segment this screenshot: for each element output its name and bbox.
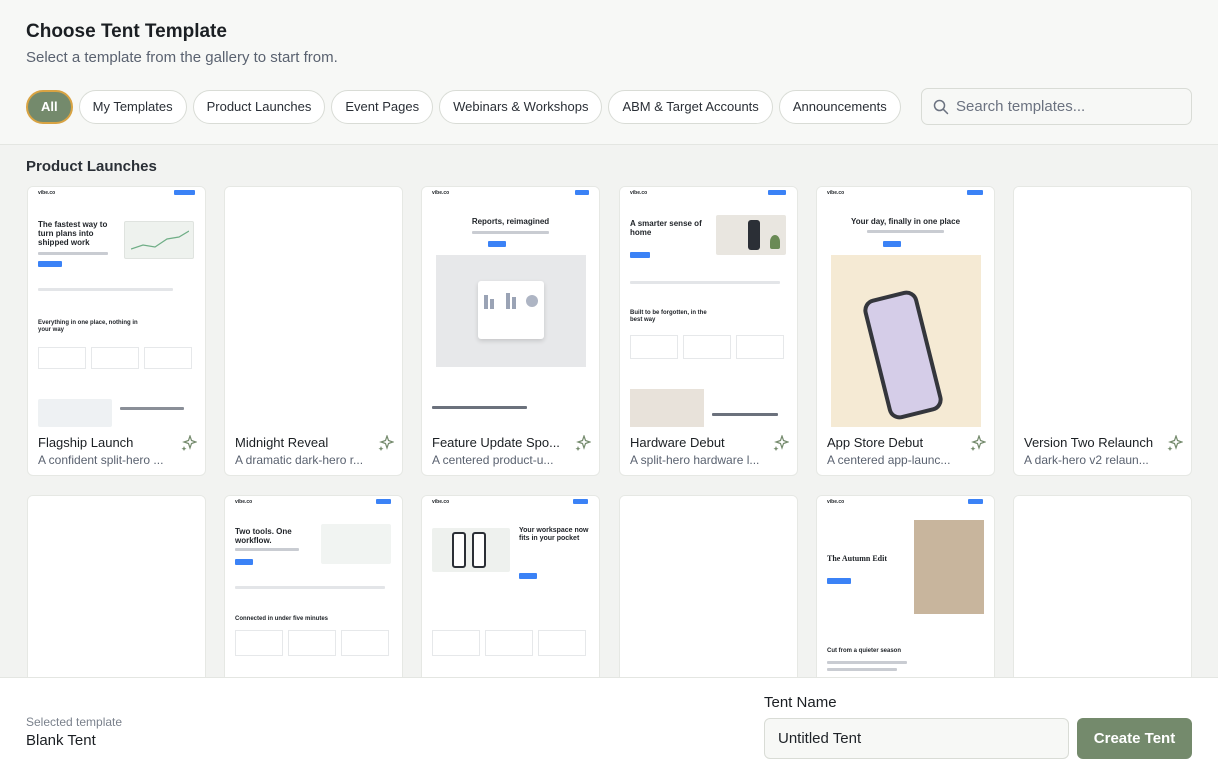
template-thumbnail: vibe.co The Autumn Edit Cut from a quiet… [817, 496, 994, 694]
thumb-brand: vibe.co [827, 190, 845, 196]
template-name: Midnight Reveal [235, 435, 329, 450]
sparkle-icon[interactable] [181, 435, 197, 451]
template-description: A dark-hero v2 relaun... [1024, 453, 1149, 467]
template-card-hardware-debut[interactable]: vibe.co A smarter sense of home Built to… [619, 186, 798, 476]
thumb-nav-button [174, 190, 195, 195]
template-description: A dramatic dark-hero r... [235, 453, 364, 467]
thumb-section-title: Cut from a quieter season [827, 648, 902, 654]
template-thumbnail [225, 187, 402, 427]
sparkle-icon[interactable] [773, 435, 789, 451]
thumb-headline: The Autumn Edit [827, 554, 888, 563]
filter-chip-abm-target-accounts[interactable]: ABM & Target Accounts [608, 90, 773, 124]
template-thumbnail: vibe.co Two tools. One workflow. Connect… [225, 496, 402, 694]
template-description: A centered app-launc... [827, 453, 951, 467]
template-card[interactable]: vibe.co Your workspace now fits in your … [421, 495, 600, 695]
filter-chip-my-templates[interactable]: My Templates [78, 90, 187, 124]
thumb-headline: Reports, reimagined [471, 217, 550, 226]
search-box[interactable] [921, 88, 1192, 125]
filter-chips: All My Templates Product Launches Event Pag… [26, 90, 912, 126]
template-description: A centered product-u... [432, 453, 554, 467]
template-name: App Store Debut [827, 435, 924, 450]
template-thumbnail [620, 496, 797, 694]
template-thumbnail: vibe.co The fastest way to turn plans in… [28, 187, 205, 427]
filter-chip-product-launches[interactable]: Product Launches [192, 90, 326, 124]
template-card[interactable] [1013, 495, 1192, 695]
template-card[interactable]: vibe.co Two tools. One workflow. Connect… [224, 495, 403, 695]
template-description: A split-hero hardware l... [630, 453, 760, 467]
template-card-version-two-relaunch[interactable]: Version Two Relaunch A dark-hero v2 rela… [1013, 186, 1192, 476]
template-card-app-store-debut[interactable]: vibe.co Your day, finally in one place A… [816, 186, 995, 476]
dialog-footer: Selected template Blank Tent Tent Name C… [0, 677, 1218, 772]
thumb-brand: vibe.co [432, 190, 450, 196]
filter-chip-webinars-workshops[interactable]: Webinars & Workshops [439, 90, 603, 124]
thumb-headline: Two tools. One workflow. [235, 527, 292, 545]
dialog-header: Choose Tent Template Select a template f… [0, 0, 1218, 145]
tent-name-input[interactable] [764, 718, 1069, 759]
tent-name-label: Tent Name [764, 694, 837, 711]
create-tent-button[interactable]: Create Tent [1077, 718, 1192, 759]
sparkle-icon[interactable] [1167, 435, 1183, 451]
filter-chip-announcements[interactable]: Announcements [778, 90, 901, 124]
template-card-flagship-launch[interactable]: vibe.co The fastest way to turn plans in… [27, 186, 206, 476]
filter-chip-all[interactable]: All [26, 90, 73, 124]
template-thumbnail [1014, 187, 1191, 427]
dialog-title: Choose Tent Template [26, 21, 227, 42]
template-name: Feature Update Spo... [432, 435, 560, 450]
dialog-subtitle: Select a template from the gallery to st… [26, 49, 338, 66]
template-card-midnight-reveal[interactable]: Midnight Reveal A dramatic dark-hero r..… [224, 186, 403, 476]
template-thumbnail: vibe.co Your workspace now fits in your … [422, 496, 599, 694]
thumb-section-title: Connected in under five minutes [235, 616, 329, 622]
search-icon [933, 99, 949, 115]
template-thumbnail: vibe.co Reports, reimagined [422, 187, 599, 427]
thumb-headline: A smarter sense of home [630, 219, 702, 237]
template-card[interactable]: vibe.co The Autumn Edit Cut from a quiet… [816, 495, 995, 695]
template-name: Version Two Relaunch [1024, 435, 1154, 450]
template-thumbnail: vibe.co Your day, finally in one place [817, 187, 994, 427]
thumb-section-title: Built to be forgotten, in the best way [630, 310, 707, 323]
thumb-brand: vibe.co [827, 499, 845, 505]
selected-template-label: Selected template [26, 715, 123, 729]
template-card[interactable] [619, 495, 798, 695]
search-input[interactable] [956, 89, 1184, 124]
thumb-brand: vibe.co [432, 499, 450, 505]
thumb-brand: vibe.co [235, 499, 253, 505]
template-card-feature-update-spotlight[interactable]: vibe.co Reports, reimagined Feature Upda… [421, 186, 600, 476]
template-name: Hardware Debut [630, 435, 725, 450]
template-thumbnail [28, 496, 205, 694]
thumb-headline: Your day, finally in one place [850, 217, 961, 226]
template-card[interactable] [27, 495, 206, 695]
sparkle-icon[interactable] [378, 435, 394, 451]
template-thumbnail [1014, 496, 1191, 694]
template-description: A confident split-hero ... [38, 453, 164, 467]
sparkle-icon[interactable] [970, 435, 986, 451]
thumb-headline: The fastest way to turn plans into shipp… [38, 220, 108, 247]
thumb-headline: Your workspace now fits in your pocket [519, 527, 589, 542]
template-name: Flagship Launch [38, 435, 134, 450]
thumb-brand: vibe.co [630, 190, 648, 196]
selected-template-value: Blank Tent [26, 732, 96, 749]
thumb-brand: vibe.co [38, 190, 56, 196]
sparkle-icon[interactable] [575, 435, 591, 451]
section-title: Product Launches [26, 158, 157, 175]
thumb-section-title: Everything in one place, nothing in your… [38, 320, 138, 333]
template-thumbnail: vibe.co A smarter sense of home Built to… [620, 187, 797, 427]
filter-chip-event-pages[interactable]: Event Pages [331, 90, 434, 124]
